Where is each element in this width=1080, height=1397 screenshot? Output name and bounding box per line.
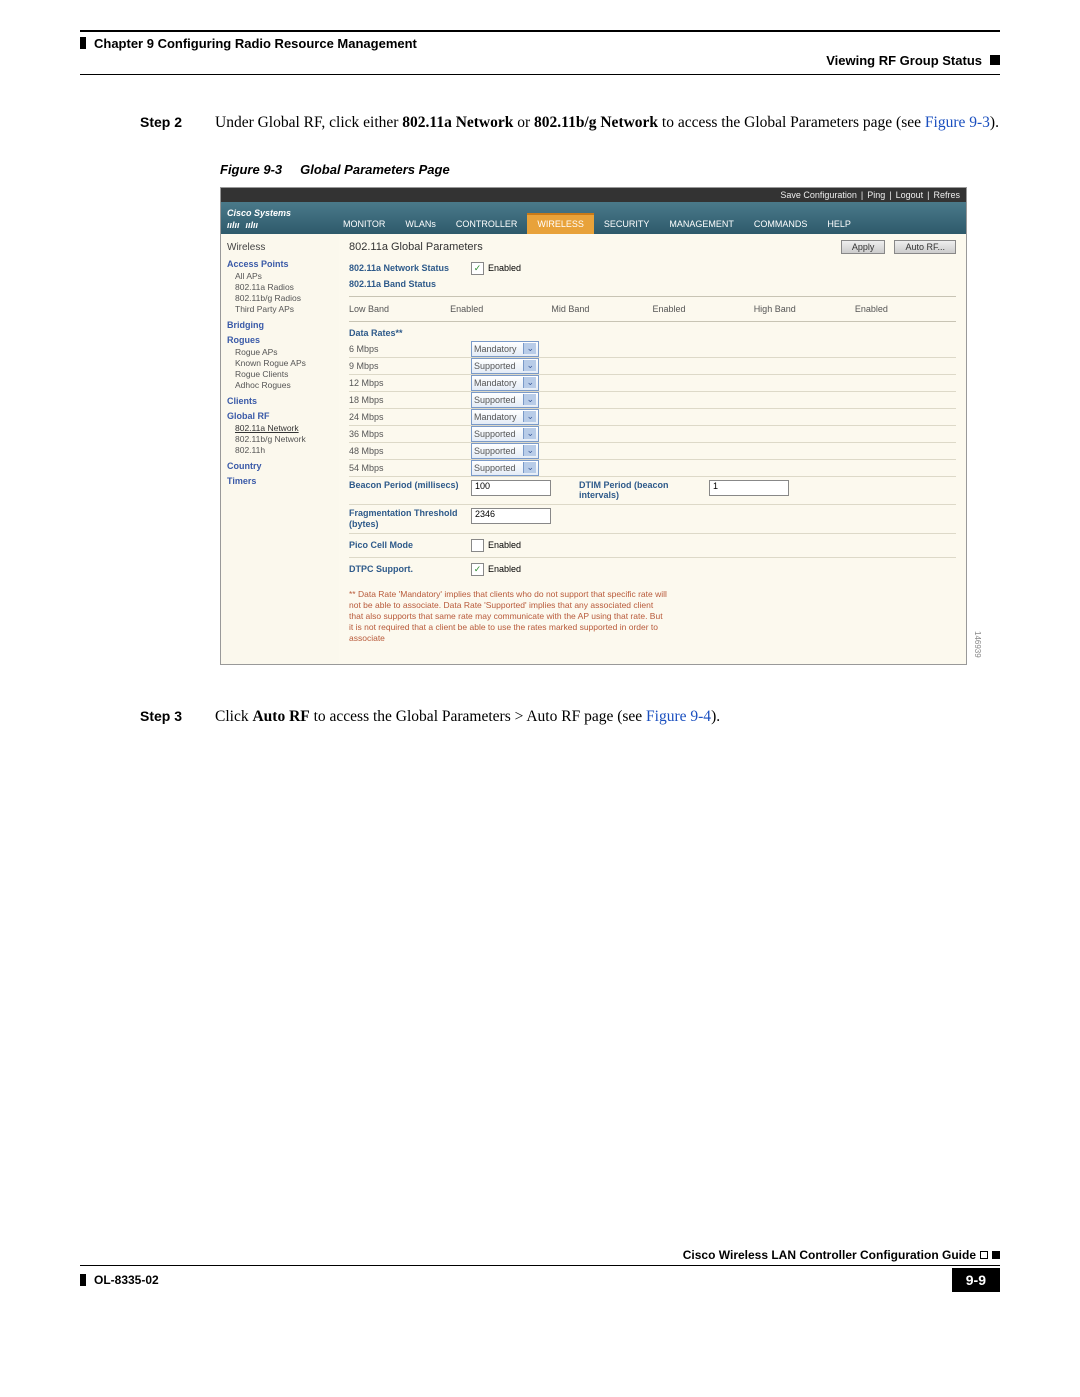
auto-rf-button[interactable]: Auto RF... [894, 240, 956, 254]
footer-decor-icon [980, 1251, 988, 1259]
beacon-input[interactable]: 100 [471, 480, 551, 496]
sidebar-item[interactable]: Adhoc Rogues [235, 380, 333, 391]
sidebar-group[interactable]: Country [227, 461, 333, 471]
rate-label: 12 Mbps [349, 376, 471, 390]
logout-link[interactable]: Logout [896, 190, 924, 200]
chapter-title: Chapter 9 Configuring Radio Resource Man… [80, 36, 417, 51]
sidebar-item[interactable]: 802.11a Network [235, 423, 333, 434]
save-config-link[interactable]: Save Configuration [780, 190, 857, 200]
rate-select[interactable]: Supported [471, 443, 539, 459]
step-2-text: Under Global RF, click either 802.11a Ne… [215, 113, 1000, 134]
sidebar-group[interactable]: Rogues [227, 335, 333, 345]
menu-commands[interactable]: COMMANDS [744, 213, 818, 234]
footer-guide: Cisco Wireless LAN Controller Configurat… [683, 1248, 976, 1262]
data-rate-note: ** Data Rate 'Mandatory' implies that cl… [349, 589, 669, 644]
sidebar-item[interactable]: Third Party APs [235, 304, 333, 315]
footer-decor-icon [992, 1251, 1000, 1259]
figure-link-9-3[interactable]: Figure 9-3 [925, 114, 990, 131]
rate-select[interactable]: Mandatory [471, 341, 539, 357]
rate-select[interactable]: Supported [471, 358, 539, 374]
menu-controller[interactable]: CONTROLLER [446, 213, 528, 234]
rate-select[interactable]: Mandatory [471, 375, 539, 391]
rate-select[interactable]: Supported [471, 426, 539, 442]
pico-checkbox[interactable] [471, 539, 484, 552]
sidebar-item[interactable]: 802.11a Radios [235, 282, 333, 293]
step-3-text: Click Auto RF to access the Global Param… [215, 707, 1000, 728]
ping-link[interactable]: Ping [867, 190, 885, 200]
sidebar-title: Wireless [227, 242, 333, 253]
beacon-label: Beacon Period (millisecs) [349, 480, 471, 502]
screenshot-figure: Save Configuration| Ping| Logout| Refres… [220, 187, 967, 665]
rate-label: 36 Mbps [349, 427, 471, 441]
sidebar-item[interactable]: 802.11b/g Network [235, 434, 333, 445]
section-title: Viewing RF Group Status [826, 53, 982, 68]
page-number: 9-9 [952, 1268, 1000, 1292]
rate-select[interactable]: Supported [471, 460, 539, 476]
sidebar-item[interactable]: 802.11h [235, 445, 333, 456]
pico-label: Pico Cell Mode [349, 540, 471, 551]
sidebar-group[interactable]: Access Points [227, 259, 333, 269]
rate-label: 9 Mbps [349, 359, 471, 373]
dtim-label: DTIM Period (beacon intervals) [579, 480, 709, 502]
cisco-logo: Cisco Systems ıılıııılıı [221, 204, 333, 234]
sidebar-group[interactable]: Timers [227, 476, 333, 486]
sc-sidebar: Wireless Access Points All APs802.11a Rad… [221, 234, 339, 664]
menu-help[interactable]: HELP [817, 213, 861, 234]
figure-link-9-4[interactable]: Figure 9-4 [646, 708, 711, 725]
rate-label: 48 Mbps [349, 444, 471, 458]
rate-select[interactable]: Mandatory [471, 409, 539, 425]
footer-doc-number: OL-8335-02 [80, 1273, 159, 1287]
band-status: Enabled [855, 304, 956, 314]
band-name: High Band [754, 304, 855, 314]
rate-label: 6 Mbps [349, 342, 471, 356]
figure-caption: Figure 9-3Global Parameters Page [220, 162, 1000, 177]
header-decor-icon [990, 55, 1000, 65]
sidebar-item[interactable]: All APs [235, 271, 333, 282]
rate-select[interactable]: Supported [471, 392, 539, 408]
menu-wireless[interactable]: WIRELESS [527, 213, 594, 234]
sidebar-group[interactable]: Clients [227, 396, 333, 406]
step-3-label: Step 3 [140, 707, 215, 728]
dtpc-checkbox[interactable] [471, 563, 484, 576]
menu-monitor[interactable]: MONITOR [333, 213, 395, 234]
dtpc-label: DTPC Support. [349, 564, 471, 575]
menu-management[interactable]: MANAGEMENT [659, 213, 744, 234]
dtim-input[interactable]: 1 [709, 480, 789, 496]
band-status: Enabled [653, 304, 754, 314]
sidebar-item[interactable]: Known Rogue APs [235, 358, 333, 369]
band-name: Low Band [349, 304, 450, 314]
data-rates-label: Data Rates** [349, 328, 471, 339]
rate-label: 18 Mbps [349, 393, 471, 407]
band-status: Enabled [450, 304, 551, 314]
refresh-link[interactable]: Refres [933, 190, 960, 200]
page-title: 802.11a Global Parameters [349, 241, 483, 253]
band-status-label: 802.11a Band Status [349, 279, 471, 290]
sidebar-group[interactable]: Bridging [227, 320, 333, 330]
image-number: 146939 [973, 631, 982, 658]
network-status-checkbox[interactable] [471, 262, 484, 275]
apply-button[interactable]: Apply [841, 240, 886, 254]
sidebar-item[interactable]: 802.11b/g Radios [235, 293, 333, 304]
menu-security[interactable]: SECURITY [594, 213, 660, 234]
menu-wlans[interactable]: WLANs [395, 213, 446, 234]
band-name: Mid Band [551, 304, 652, 314]
sidebar-group[interactable]: Global RF [227, 411, 333, 421]
rate-label: 24 Mbps [349, 410, 471, 424]
sidebar-item[interactable]: Rogue Clients [235, 369, 333, 380]
frag-label: Fragmentation Threshold (bytes) [349, 508, 471, 530]
network-status-label: 802.11a Network Status [349, 263, 471, 274]
frag-input[interactable]: 2346 [471, 508, 551, 524]
rate-label: 54 Mbps [349, 461, 471, 475]
step-2-label: Step 2 [140, 113, 215, 134]
sidebar-item[interactable]: Rogue APs [235, 347, 333, 358]
sc-top-links: Save Configuration| Ping| Logout| Refres [221, 188, 966, 202]
